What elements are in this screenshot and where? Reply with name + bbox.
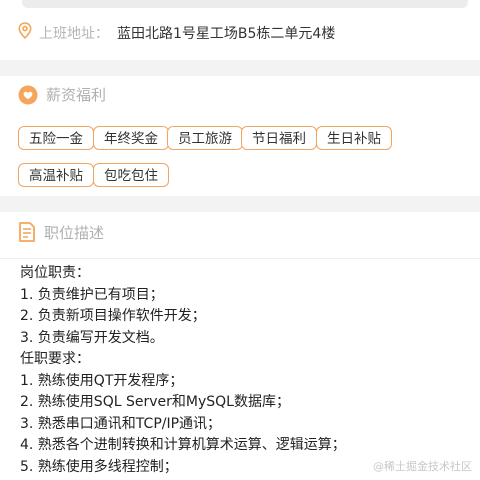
welfare-tag: 五险一金	[18, 126, 94, 150]
description-line: 3. 熟悉串口通讯和TCP/IP通讯；	[20, 415, 222, 432]
description-line: 2. 负责新项目操作软件开发；	[20, 308, 206, 324]
section-divider	[0, 258, 480, 259]
description-line: 2. 熟练使用SQL Server和MySQL数据库；	[20, 394, 290, 410]
description-line: 5. 熟练使用多线程控制；	[20, 458, 178, 475]
description-line: 1. 熟练使用QT开发程序；	[20, 372, 184, 389]
welfare-tag: 高温补贴	[18, 163, 94, 187]
welfare-tag: 节日福利	[241, 126, 317, 150]
heart-icon	[18, 85, 38, 105]
address-value: 蓝田北路1号星工场B5栋二单元4楼	[117, 25, 336, 42]
description-title: 职位描述	[44, 223, 105, 242]
welfare-tag: 年终奖金	[93, 126, 169, 150]
location-pin-icon	[18, 22, 32, 43]
description-line: 1. 负责维护已有项目；	[20, 286, 164, 303]
welfare-tag: 员工旅游	[167, 126, 243, 150]
watermark: @稀土掘金技术社区	[373, 460, 472, 473]
welfare-tag: 生日补贴	[316, 126, 392, 150]
address-row[interactable]: 上班地址： 蓝田北路1号星工场B5栋二单元4楼	[18, 22, 335, 43]
description-text: 岗位职责： 1. 负责维护已有项目； 2. 负责新项目操作软件开发； 3. 负责…	[20, 263, 346, 478]
welfare-tag: 包吃包住	[93, 163, 169, 187]
description-line: 4. 熟悉各个进制转换和计算机算术运算、逻辑运算；	[20, 437, 346, 453]
document-icon	[18, 221, 36, 243]
description-card: 职位描述 岗位职责： 1. 负责维护已有项目； 2. 负责新项目操作软件开发； …	[0, 212, 480, 480]
address-card: 上班地址： 蓝田北路1号星工场B5栋二单元4楼	[0, 0, 480, 60]
welfare-header: 薪资福利	[18, 84, 106, 105]
address-label: 上班地址：	[39, 25, 109, 42]
description-line: 任职要求：	[20, 351, 90, 367]
description-header: 职位描述	[18, 221, 104, 243]
previous-card-edge	[22, 0, 468, 8]
description-line: 岗位职责：	[20, 265, 90, 281]
welfare-card: 薪资福利 五险一金 年终奖金 员工旅游 节日福利 生日补贴 高温补贴 包吃包住	[0, 76, 480, 196]
description-line: 3. 负责编写开发文档。	[20, 329, 164, 346]
welfare-title: 薪资福利	[46, 86, 107, 104]
